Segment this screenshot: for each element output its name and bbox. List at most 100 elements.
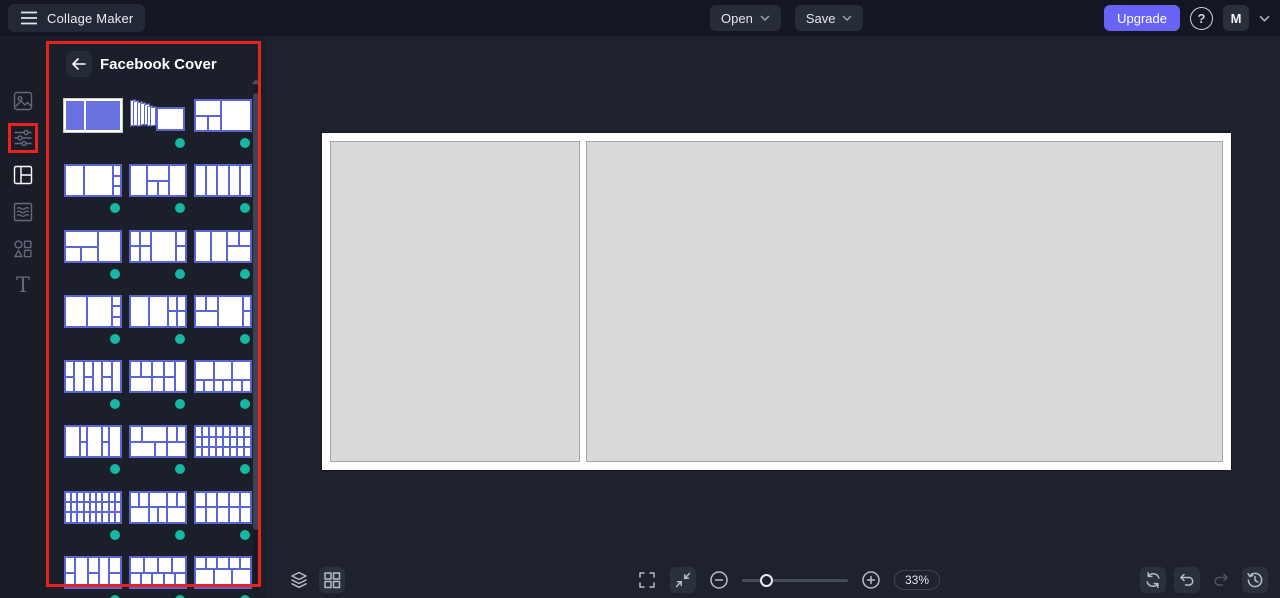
sliders-icon	[14, 129, 32, 147]
template-thumbnail-layout-13[interactable]	[64, 360, 122, 425]
scroll-up-arrow-icon[interactable]	[252, 79, 260, 84]
canvas-cell-left[interactable]	[330, 141, 580, 462]
template-thumbnail-layout-22[interactable]	[64, 556, 122, 598]
layout-preview	[194, 99, 252, 132]
template-thumbnail-layout-18[interactable]	[194, 425, 252, 490]
chevron-down-icon	[760, 15, 770, 21]
zoom-in-button[interactable]	[858, 567, 884, 593]
premium-dot	[240, 268, 250, 279]
sidebar-item-photos[interactable]	[0, 85, 46, 117]
sidebar-item-adjustments[interactable]	[0, 122, 46, 154]
premium-dot	[110, 268, 120, 279]
premium-dot	[175, 399, 185, 410]
zoom-level-label: 33%	[905, 573, 930, 587]
text-tool-icon: T	[15, 272, 30, 297]
layout-preview	[64, 490, 122, 524]
history-icon	[1247, 572, 1263, 588]
plus-circle-icon	[862, 571, 880, 589]
template-thumbnail-layout-17[interactable]	[129, 425, 187, 490]
upgrade-label: Upgrade	[1117, 10, 1167, 26]
template-thumbnail-layout-2[interactable]	[129, 99, 187, 164]
undo-button[interactable]	[1174, 567, 1200, 593]
upgrade-button[interactable]: Upgrade	[1104, 5, 1180, 31]
collage-canvas[interactable]	[322, 133, 1231, 470]
fullscreen-button[interactable]	[634, 567, 660, 593]
layout-preview	[64, 556, 122, 590]
layers-icon	[291, 571, 307, 589]
avatar[interactable]: M	[1223, 5, 1249, 31]
layout-preview	[194, 164, 252, 198]
zoom-slider-track[interactable]	[742, 579, 848, 582]
template-thumbnail-layout-24[interactable]	[194, 556, 252, 598]
save-label: Save	[805, 10, 836, 26]
sidebar-item-patterns[interactable]	[0, 196, 46, 228]
open-button[interactable]: Open	[710, 5, 781, 31]
panel-title: Facebook Cover	[100, 56, 217, 73]
template-thumbnail-layout-12[interactable]	[194, 294, 252, 360]
reset-button[interactable]	[1140, 567, 1166, 593]
template-thumbnail-layout-20[interactable]	[129, 490, 187, 556]
layout-preview	[64, 360, 122, 394]
layout-preview	[129, 229, 187, 263]
premium-dot	[175, 203, 185, 214]
template-thumbnail-layout-7[interactable]	[64, 229, 122, 295]
account-chevron-down-icon[interactable]	[1259, 15, 1270, 22]
layout-preview	[194, 425, 252, 459]
template-thumbnail-layout-6[interactable]	[194, 164, 252, 229]
template-thumbnail-layout-10[interactable]	[64, 294, 122, 360]
panel-scrollbar-thumb[interactable]	[253, 93, 259, 530]
layout-preview	[129, 556, 187, 590]
premium-dot	[240, 203, 250, 214]
layout-preview	[129, 425, 187, 459]
sidebar-item-layouts[interactable]	[0, 159, 46, 191]
back-button[interactable]	[66, 51, 92, 77]
template-thumbnail-layout-23[interactable]	[129, 556, 187, 598]
premium-dot	[110, 333, 120, 344]
template-thumbnail-layout-21[interactable]	[194, 490, 252, 556]
fit-to-screen-button[interactable]	[670, 567, 696, 593]
template-thumbnail-layout-15[interactable]	[194, 360, 252, 425]
open-label: Open	[721, 10, 753, 26]
app-menu[interactable]: Collage Maker	[8, 4, 146, 32]
sidebar-item-text[interactable]: T	[0, 269, 46, 301]
history-button[interactable]	[1242, 567, 1268, 593]
layout-preview	[64, 164, 122, 198]
zoom-slider[interactable]	[742, 567, 848, 593]
image-icon	[13, 91, 33, 111]
zoom-level-badge[interactable]: 33%	[894, 570, 941, 590]
layout-preview	[129, 294, 187, 328]
sidebar-item-elements[interactable]	[0, 233, 46, 265]
layout-preview	[194, 490, 252, 524]
layers-button[interactable]	[286, 567, 312, 593]
template-thumbnail-layout-4[interactable]	[64, 164, 122, 229]
template-thumbnail-layout-14[interactable]	[129, 360, 187, 425]
template-thumbnail-layout-5[interactable]	[129, 164, 187, 229]
panel-header: Facebook Cover	[46, 36, 266, 92]
fit-screen-icon	[675, 572, 691, 588]
help-button[interactable]: ?	[1190, 6, 1213, 30]
redo-button[interactable]	[1208, 567, 1234, 593]
premium-dot	[240, 529, 250, 540]
zoom-out-button[interactable]	[706, 567, 732, 593]
template-thumbnail-layout-3[interactable]	[194, 99, 252, 164]
arrow-left-icon	[72, 58, 86, 70]
template-thumbnail-layout-1[interactable]	[63, 98, 123, 164]
cascade-layout-preview	[129, 99, 187, 132]
grid-view-button[interactable]	[319, 567, 345, 593]
canvas-cell-right[interactable]	[586, 141, 1223, 462]
layout-preview	[63, 98, 123, 133]
template-thumbnail-layout-9[interactable]	[194, 229, 252, 295]
refresh-icon	[1146, 572, 1160, 588]
avatar-initial: M	[1230, 10, 1242, 26]
layout-preview	[194, 360, 252, 394]
template-thumbnail-layout-16[interactable]	[64, 425, 122, 490]
template-thumbnail-layout-8[interactable]	[129, 229, 187, 295]
save-button[interactable]: Save	[794, 5, 864, 31]
layout-preview	[64, 294, 122, 328]
layout-preview	[129, 164, 187, 198]
workspace	[266, 36, 1280, 598]
template-thumbnail-layout-11[interactable]	[129, 294, 187, 360]
template-thumbnail-layout-19[interactable]	[64, 490, 122, 556]
redo-icon	[1214, 573, 1228, 586]
zoom-slider-knob[interactable]	[760, 574, 773, 587]
